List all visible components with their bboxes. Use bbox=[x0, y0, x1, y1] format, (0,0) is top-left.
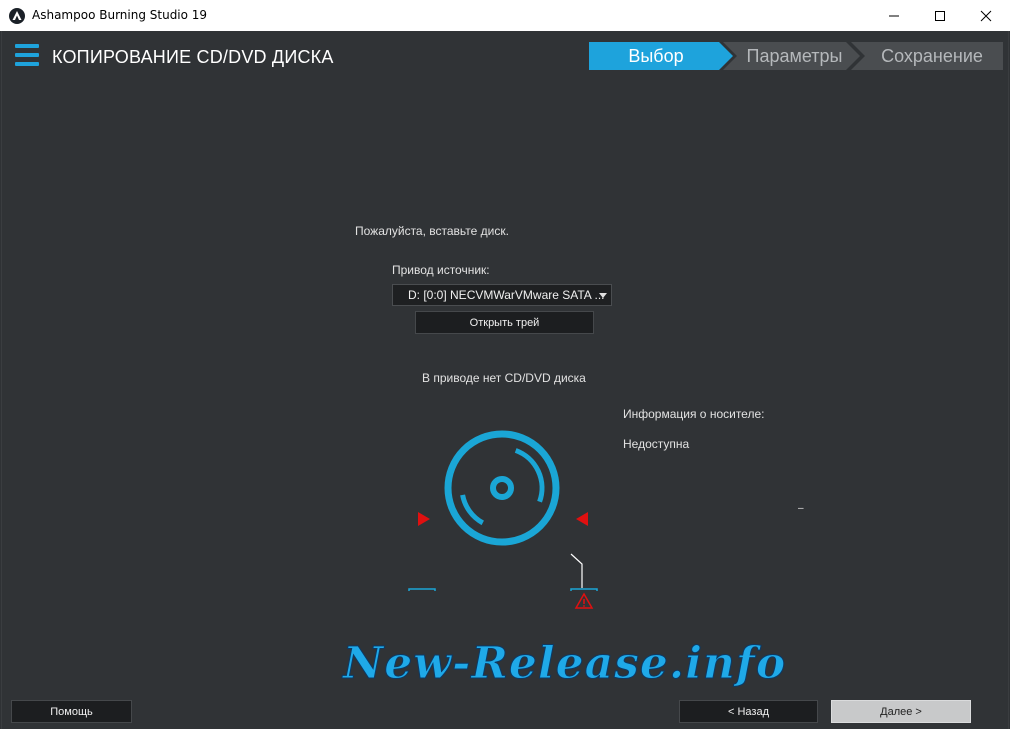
step-parameters: Параметры bbox=[723, 42, 860, 70]
source-drive-value: D: [0:0] NECVMWarVMware SATA ... bbox=[408, 288, 605, 302]
title-bar: Ashampoo Burning Studio 19 bbox=[0, 0, 1010, 31]
wizard-steps: Сохранение Параметры Выбор bbox=[589, 42, 1003, 70]
maximize-button[interactable] bbox=[917, 0, 963, 31]
insert-disc-prompt: Пожалуйста, вставьте диск. bbox=[355, 224, 509, 238]
watermark-text: New-Release.info bbox=[342, 638, 787, 690]
window-title: Ashampoo Burning Studio 19 bbox=[32, 8, 208, 22]
no-disc-text: В приводе нет CD/DVD диска bbox=[422, 371, 586, 385]
hamburger-icon[interactable] bbox=[15, 44, 39, 66]
warning-icon bbox=[574, 592, 594, 609]
disc-icon bbox=[444, 430, 560, 546]
chevron-down-icon bbox=[599, 293, 607, 298]
step-select-label: Выбор bbox=[628, 45, 684, 66]
close-icon bbox=[980, 10, 992, 21]
open-tray-button[interactable]: Открыть трей bbox=[415, 311, 594, 334]
next-button[interactable]: Далее > bbox=[831, 700, 971, 723]
info-dash: – bbox=[798, 503, 804, 514]
step-parameters-label: Параметры bbox=[746, 45, 843, 66]
main-area: КОПИРОВАНИЕ CD/DVD ДИСКА Сохранение Пара… bbox=[1, 31, 1009, 729]
minimize-button[interactable] bbox=[871, 0, 917, 31]
step-select: Выбор bbox=[589, 42, 733, 70]
back-button[interactable]: < Назад bbox=[679, 700, 818, 723]
disc-illustration bbox=[408, 430, 598, 591]
help-button[interactable]: Помощь bbox=[11, 700, 132, 723]
page-title: КОПИРОВАНИЕ CD/DVD ДИСКА bbox=[52, 47, 334, 67]
media-info-value: Недоступна bbox=[623, 437, 690, 451]
left-arrow-icon bbox=[418, 512, 430, 526]
source-drive-label: Привод источник: bbox=[392, 263, 490, 277]
close-button[interactable] bbox=[963, 0, 1009, 31]
step-save: Сохранение bbox=[851, 42, 1003, 70]
ashampoo-logo-icon bbox=[9, 8, 25, 24]
right-arrow-icon bbox=[576, 512, 588, 526]
source-drive-select[interactable]: D: [0:0] NECVMWarVMware SATA ... bbox=[392, 284, 612, 306]
step-save-label: Сохранение bbox=[881, 45, 983, 66]
maximize-icon bbox=[935, 10, 945, 21]
minimize-icon bbox=[889, 15, 899, 16]
media-info-label: Информация о носителе: bbox=[623, 407, 765, 421]
